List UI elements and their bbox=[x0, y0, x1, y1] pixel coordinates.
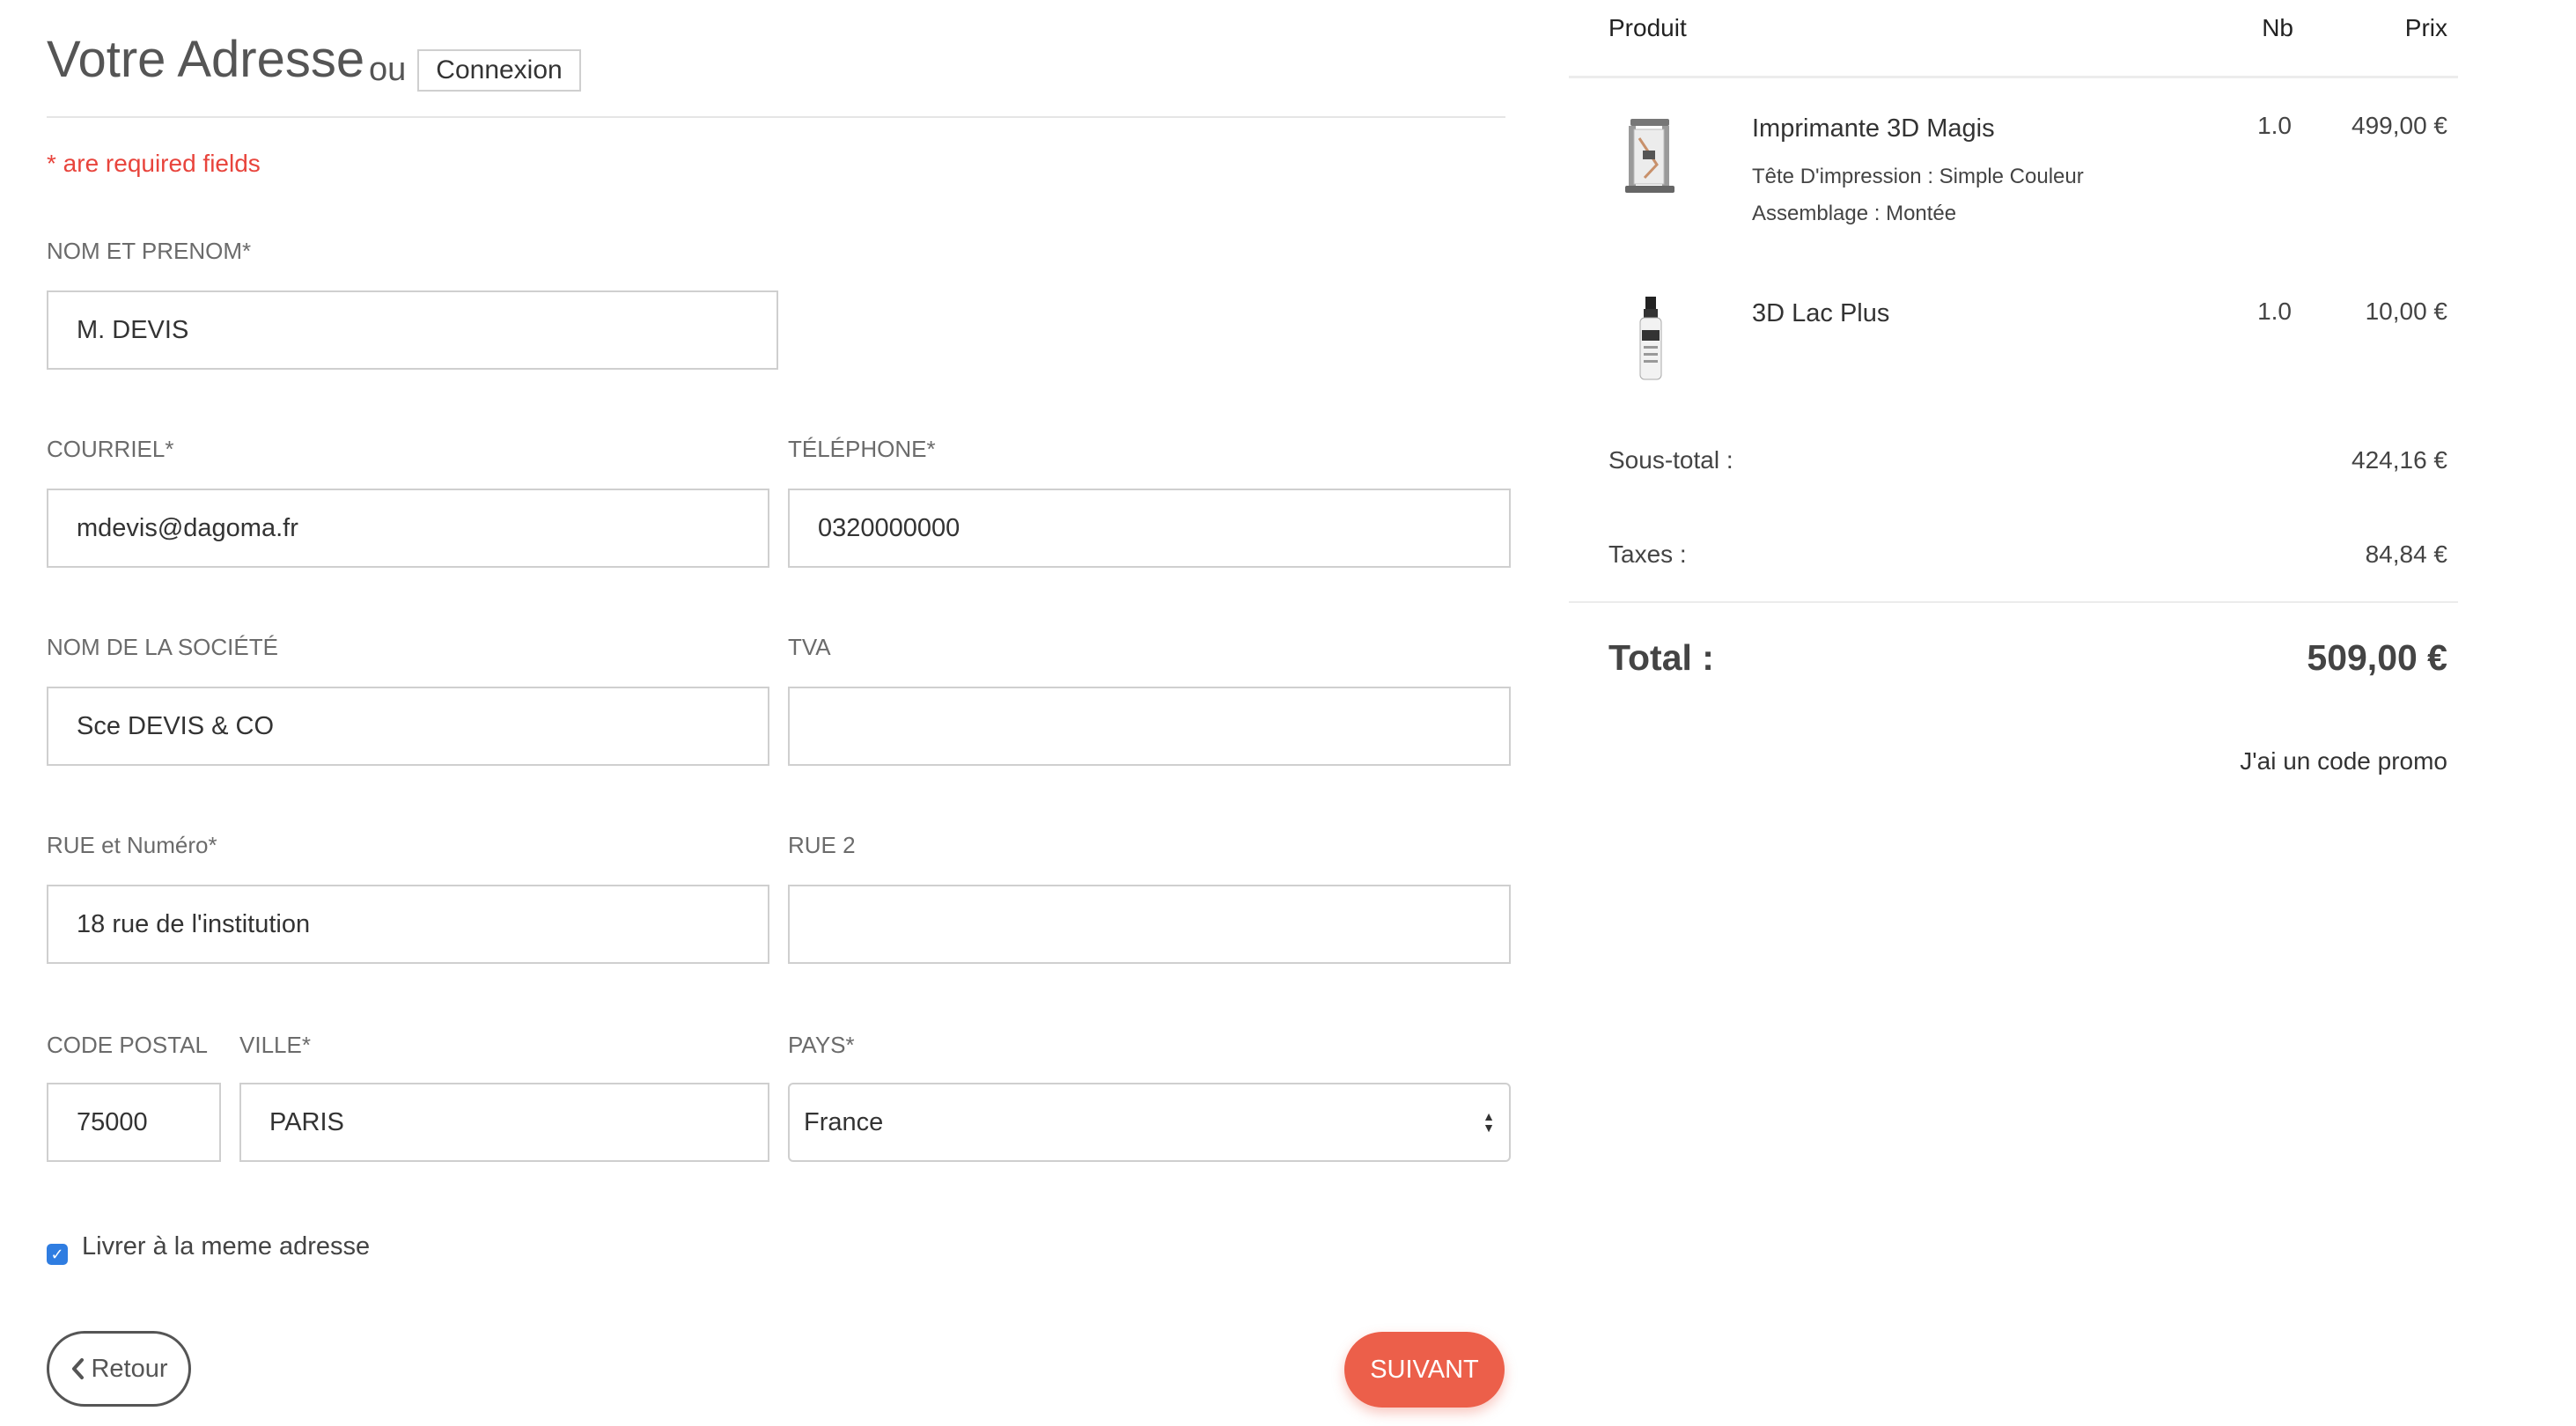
vat-label: TVA bbox=[788, 634, 831, 660]
required-fields-note: * are required fields bbox=[47, 150, 261, 177]
subtotal-value: 424,16 € bbox=[2352, 446, 2447, 474]
printer-icon bbox=[1618, 112, 1680, 200]
street2-field[interactable] bbox=[788, 885, 1511, 964]
country-select[interactable]: France ▲ ▼ bbox=[788, 1083, 1511, 1162]
cart-item-option: Assemblage : Montée bbox=[1752, 202, 1957, 225]
vat-field[interactable] bbox=[788, 687, 1511, 766]
email-field[interactable] bbox=[47, 489, 769, 568]
postal-code-field[interactable] bbox=[47, 1083, 221, 1162]
same-address-label: Livrer à la meme adresse bbox=[82, 1232, 371, 1261]
cart-item-price: 10,00 € bbox=[2365, 298, 2447, 325]
totals-divider bbox=[1569, 601, 2458, 603]
city-label: VILLE* bbox=[239, 1032, 311, 1058]
email-label: COURRIEL* bbox=[47, 436, 174, 462]
cart-item-name: 3D Lac Plus bbox=[1752, 299, 1890, 327]
taxes-label: Taxes : bbox=[1608, 540, 1687, 568]
cart-item-option: Tête D'impression : Simple Couleur bbox=[1752, 165, 2084, 188]
cart-header-divider bbox=[1569, 76, 2458, 78]
street2-label: RUE 2 bbox=[788, 832, 856, 858]
page-title: Votre Adresse bbox=[47, 31, 365, 88]
country-label: PAYS* bbox=[788, 1032, 855, 1058]
cart-item-qty: 1.0 bbox=[2257, 112, 2292, 139]
header-divider bbox=[47, 116, 1505, 118]
cart-item-name: Imprimante 3D Magis bbox=[1752, 114, 1995, 143]
phone-field[interactable] bbox=[788, 489, 1511, 568]
company-label: NOM DE LA SOCIÉTÉ bbox=[47, 634, 278, 660]
back-button[interactable]: Retour bbox=[47, 1331, 191, 1407]
spray-bottle-icon bbox=[1633, 295, 1668, 387]
subtotal-label: Sous-total : bbox=[1608, 446, 1733, 474]
cart-item-qty: 1.0 bbox=[2257, 298, 2292, 325]
chevron-left-icon bbox=[72, 1358, 85, 1379]
or-text: ou bbox=[369, 51, 407, 88]
name-field[interactable] bbox=[47, 290, 778, 370]
same-address-checkbox[interactable]: ✓ bbox=[47, 1244, 68, 1265]
postal-code-label: CODE POSTAL bbox=[47, 1032, 209, 1058]
street-label: RUE et Numéro* bbox=[47, 832, 217, 858]
total-label: Total : bbox=[1608, 637, 1714, 678]
name-label: NOM ET PRENOM* bbox=[47, 238, 252, 264]
taxes-value: 84,84 € bbox=[2365, 540, 2447, 568]
column-header-product: Produit bbox=[1608, 14, 1687, 41]
select-arrows-icon: ▲ ▼ bbox=[1483, 1109, 1495, 1135]
city-field[interactable] bbox=[239, 1083, 769, 1162]
column-header-price: Prix bbox=[2404, 14, 2447, 41]
phone-label: TÉLÉPHONE* bbox=[788, 436, 936, 462]
country-select-value: France bbox=[804, 1107, 884, 1136]
login-button[interactable]: Connexion bbox=[417, 49, 581, 92]
next-button[interactable]: SUIVANT bbox=[1344, 1332, 1505, 1408]
cart-item-price: 499,00 € bbox=[2352, 112, 2447, 139]
company-field[interactable] bbox=[47, 687, 769, 766]
total-value: 509,00 € bbox=[2307, 637, 2447, 678]
street-field[interactable] bbox=[47, 885, 769, 964]
promo-code-link[interactable]: J'ai un code promo bbox=[2113, 747, 2447, 775]
back-button-label: Retour bbox=[91, 1354, 168, 1383]
column-header-qty: Nb bbox=[2262, 14, 2293, 41]
